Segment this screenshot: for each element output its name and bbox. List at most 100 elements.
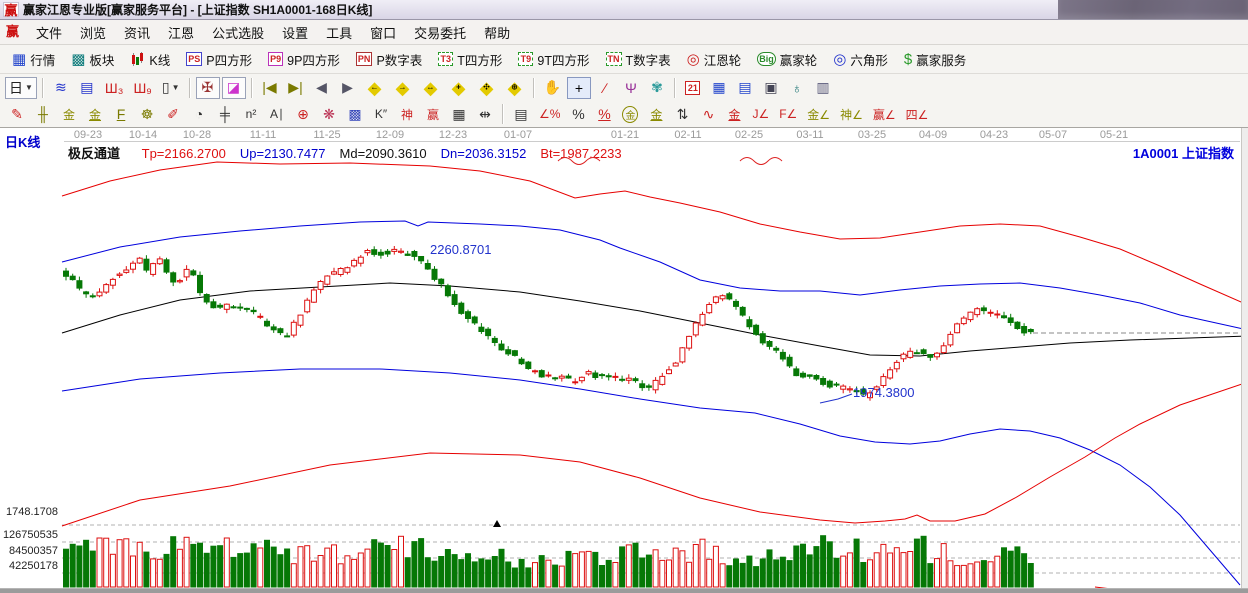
tool-parabola-button[interactable]: ⇅ [670,103,694,125]
tool-angle-shen-button[interactable]: 神∠ [836,103,867,125]
tool-gann-box-button[interactable]: ▩ [343,103,367,125]
tool-hand-drag-button[interactable]: ✋ [540,77,565,99]
tool-web-data-button[interactable]: ♁ [785,77,809,99]
tool-angle-si-button[interactable]: 四∠ [902,103,933,125]
tool-sectors-button[interactable]: ▩ 板块 [64,48,121,70]
tool-winner-wheel-button[interactable]: Big 赢家轮 [750,48,824,70]
tool-gold-circle-button[interactable]: 金 [618,103,642,125]
tool-remote-pc-button[interactable]: ▥ [811,77,835,99]
tool-angle-line-button[interactable]: ∕ [593,77,617,99]
tool-shen-tool-button[interactable]: 神 [395,103,419,125]
wave-tool-icon: ✾ [651,79,663,95]
tool-nav-all-button[interactable]: ◆ ✣ [474,77,500,99]
winner-wheel-label: 赢家轮 [779,53,818,68]
tool-report-button[interactable]: ▤ [733,77,757,99]
tool-prev-bar-button[interactable]: ◀ [310,77,334,99]
tool-quotes-button[interactable]: ▦ 行情 [5,48,62,70]
menu-item-news[interactable]: 资讯 [115,20,159,45]
tool-p-square-button[interactable]: PS P四方形 [179,48,259,70]
tool-zoom-out-x-button[interactable]: ◆ ← [362,77,388,99]
tool-nav-cross-button[interactable]: ◆ + [446,77,472,99]
tool-gann-lines-button[interactable]: ╫ [31,103,55,125]
tool-t9-square-button[interactable]: T9 9T四方形 [511,48,596,70]
tool-angle-f-button[interactable]: F∠ [775,103,801,125]
winner-service-icon: $ [903,50,913,68]
tool-gold-band-button[interactable]: 金 [722,103,746,125]
menu-item-trade-order[interactable]: 交易委托 [405,20,475,45]
tool-next-bar-button[interactable]: ▶ [336,77,360,99]
tool-zoom-region-button[interactable]: ≋ [49,77,73,99]
tool-n-square-button[interactable]: n² [239,103,263,125]
tool-spiral-button[interactable]: ☸ [135,103,159,125]
tool-hexagon-button[interactable]: ◎ 六角形 [826,48,895,70]
tool-grid-123-button[interactable]: ▦ [447,103,471,125]
menu-item-file[interactable]: 文件 [27,20,71,45]
tool-price-scale-button[interactable]: ▤ [509,103,533,125]
menu-item-help[interactable]: 帮助 [475,20,519,45]
tool-t-square-button[interactable]: T3 T四方形 [431,48,509,70]
tool-f-lines-button[interactable]: F [109,103,133,125]
quotes-label: 行情 [30,53,56,68]
tool-gann-wheel-button[interactable]: ◎ 江恩轮 [680,48,749,70]
menu-item-tools[interactable]: 工具 [317,20,361,45]
tool-last-bar-button[interactable]: ▶| [284,77,308,99]
tool-gold-levels-button[interactable]: 金 [644,103,668,125]
tool-mini-chart-3-button[interactable]: Ш₃ [101,77,128,99]
tool-save-button[interactable]: ▣ [759,77,783,99]
tool-expand-x-button[interactable]: ◆ ↔ [418,77,444,99]
tool-pct-levels-button[interactable]: % [592,103,616,125]
tool-winner-service-button[interactable]: $ 赢家服务 [897,48,973,70]
tool-k-mark-button[interactable]: K″ [369,103,393,125]
tool-calculator-button[interactable]: ▦ [707,77,731,99]
vertical-scrollbar[interactable] [1241,128,1248,588]
tool-mini-chart-9-button[interactable]: Ш₉ [129,77,155,99]
menu-item-gann[interactable]: 江恩 [159,20,203,45]
tool-gann-pattern-button[interactable]: ✠ [195,76,220,99]
tool-knife-tool-button[interactable]: ✎ [5,103,29,125]
tool-crosshair-button[interactable]: + [566,76,591,99]
kline-chart-canvas[interactable] [0,128,1248,588]
tool-mirror-button[interactable]: A∣ [265,103,289,125]
tool-calendar-21-button[interactable]: 21 [681,77,705,99]
wave-band-icon: ∿ [702,105,715,122]
toolbar-navigation: 日 ▼ ≋ ▤ Ш₃ Ш₉ ▯ ▼ ✠ ◪ |◀ ▶| ◀ ▶ ◆ ← ◆ → ◆ ↔ ◆ + ◆ ✣ ◆ ⊕ ✋ + ∕ Ψ ✾ 21 ▦ ▤ ▣… [0,74,1248,101]
tool-pattern-tool-button[interactable]: Ψ [619,77,643,99]
menu-item-window[interactable]: 窗口 [361,20,405,45]
tool-pct-slash-button[interactable]: ∠% [535,103,564,125]
tool-kline-button[interactable]: K线 [123,48,177,70]
menu-item-formula-stock-pick[interactable]: 公式选股 [203,20,273,45]
menu-item-settings[interactable]: 设置 [273,20,317,45]
tool-gold-lines-b-button[interactable]: 金 [83,103,107,125]
tool-angle-ying-button[interactable]: 赢∠ [869,103,900,125]
tool-nav-center-button[interactable]: ◆ ⊕ [502,77,528,99]
tool-p-number-table-button[interactable]: PN P数字表 [349,48,429,70]
menu-item-browse[interactable]: 浏览 [71,20,115,45]
tool-p9-square-button[interactable]: P9 9P四方形 [261,48,347,70]
tool-brush-knife-button[interactable]: ✐ [161,103,185,125]
tool-span-arrows-button[interactable]: ⇹ [473,103,497,125]
tool-t-number-table-button[interactable]: TN T数字表 [599,48,678,70]
tool-period-day-button[interactable]: 日 ▼ [5,76,37,99]
tool-info-panel-button[interactable]: ▤ [75,77,99,99]
tool-first-bar-button[interactable]: |◀ [258,77,282,99]
tool-angle-gold-button[interactable]: 金∠ [803,103,834,125]
tool-candle-style-button[interactable]: ▯ ▼ [158,77,184,99]
hand-drag-icon: ✋ [543,79,561,95]
tool-gold-lines-a-button[interactable]: 金 [57,103,81,125]
tool-pct-button[interactable]: % [566,103,590,125]
tool-time-cycle-button[interactable]: ◔ [187,103,211,125]
tool-gann-web-button[interactable]: ❋ [317,103,341,125]
kline-chart-area[interactable]: 日K线 09-23 10-14 10-28 11-11 11-25 12-09 12-23 0… [0,128,1248,588]
tool-wave-tool-button[interactable]: ✾ [645,77,669,99]
tool-histogram-colored-button[interactable]: ◪ [221,76,246,99]
tool-angle-j-button[interactable]: J∠ [748,103,773,125]
tool-gann-circle-button[interactable]: ⊕ [291,103,315,125]
t-number-table-label: T数字表 [625,53,671,68]
kline-label: K线 [149,53,171,68]
tool-wave-band-button[interactable]: ∿ [696,103,720,125]
tool-ying-tool-button[interactable]: 赢 [421,103,445,125]
tool-zoom-in-x-button[interactable]: ◆ → [390,77,416,99]
tool-tick-lines-button[interactable]: ╪ [213,103,237,125]
p-square-icon: PS [186,52,203,66]
spiral-icon: ☸ [140,105,154,122]
